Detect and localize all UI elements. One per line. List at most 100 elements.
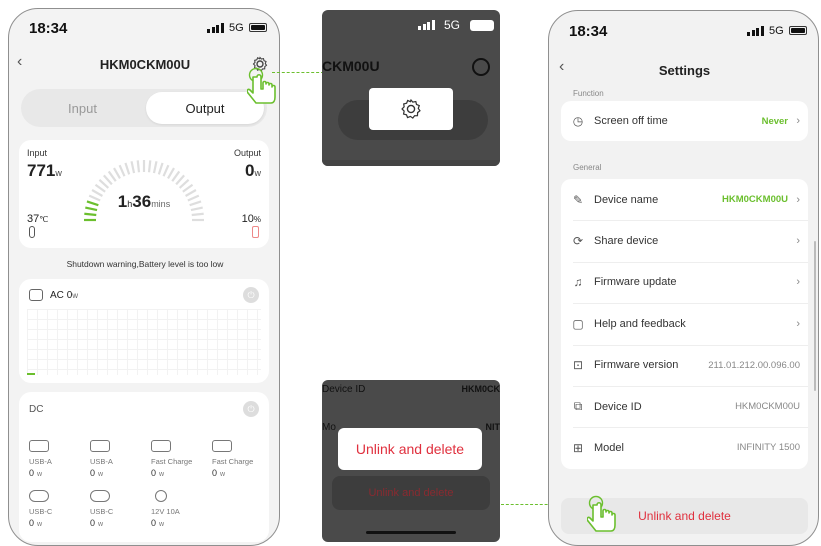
dc-port-unit: w: [98, 471, 104, 478]
clock-icon: ◷: [572, 114, 584, 128]
gauge-tick: [94, 183, 106, 193]
dc-port: Fast Charge 0 w: [151, 440, 192, 478]
gauge-tick: [152, 161, 158, 174]
dc-port-name: Fast Charge: [212, 457, 254, 466]
dc-barrel-port-icon: [155, 490, 167, 502]
thermometer-icon: [29, 226, 35, 238]
settings-row-label: Firmware update: [594, 276, 677, 289]
gauge-tick: [182, 183, 194, 193]
share-icon: ⟳: [572, 233, 584, 248]
dc-port-reading: 0w: [212, 468, 253, 478]
device-id-icon: ⧉: [573, 399, 583, 413]
dc-port-value: 0: [90, 468, 96, 478]
input-output-toggle: Input Output: [21, 89, 267, 127]
battery-unit: %: [253, 215, 261, 224]
dc-port-reading: 0w: [151, 518, 180, 528]
scrollbar[interactable]: [814, 241, 816, 391]
dc-output-card: DC ⏻ USB-A 0 w USB-A 0 w Fast Charge 0 w Fast Cha…: [19, 392, 269, 542]
settings-row-label: Share device: [594, 234, 659, 247]
ac-power-chart: [27, 309, 261, 375]
gauge-tick: [98, 179, 110, 189]
gauge-tick: [136, 160, 141, 173]
ac-name: AC: [50, 290, 64, 301]
input-reading: 771w: [27, 161, 62, 181]
chevron-right-icon: ›: [796, 115, 800, 127]
dc-port-value: 0: [90, 518, 96, 528]
ac-label: AC 0w: [50, 290, 78, 301]
function-card: ◷ Screen off time Never ›: [561, 101, 808, 141]
phone-device-screen: 18:34 5G ‹ HKM0CKM00U Input Output Input…: [8, 8, 280, 546]
tab-input[interactable]: Input: [21, 89, 144, 127]
usb-a-port-icon: [212, 440, 232, 452]
zoom-unlink-popup: Device ID HKM0CK Mo NIT Unlink and delet…: [322, 380, 500, 542]
zoom-network-label: 5G: [444, 18, 461, 32]
dc-port-name: 12V 10A: [151, 507, 180, 516]
settings-row[interactable]: ⟳ Share device ›: [561, 220, 808, 261]
settings-row: ⊡ Firmware version 211.01.212.00.096.00: [561, 345, 808, 386]
chevron-right-icon: ›: [796, 317, 800, 330]
chevron-right-icon: ›: [796, 234, 800, 247]
temp-value: 37: [27, 213, 40, 225]
gauge-tick: [103, 174, 113, 186]
chevron-right-icon: ›: [796, 193, 800, 206]
dc-port-unit: w: [37, 471, 43, 478]
dc-label: DC: [29, 404, 44, 415]
time-minutes: 36: [132, 192, 152, 211]
dc-port-unit: w: [159, 471, 165, 478]
dc-port-reading: 0w: [29, 518, 52, 528]
edit-icon: ✎: [572, 192, 584, 207]
usb-c-port-icon: [90, 490, 110, 502]
dc-power-toggle[interactable]: ⏻: [243, 401, 259, 417]
dc-port-name: USB-C: [29, 507, 53, 516]
dc-port-value: 0: [29, 468, 35, 478]
settings-row: ⊞ Model INFINITY 1500: [561, 427, 808, 468]
dc-port-reading: 0w: [29, 468, 52, 478]
dc-port-name: Fast Charge: [151, 457, 193, 466]
power-gauge-card: Input 771w Output 0w 1h36mins 37℃ 10%: [19, 140, 269, 248]
connector-line-top: [272, 72, 324, 73]
settings-row[interactable]: ✎ Device name HKM0CKM00U ›: [561, 179, 808, 220]
status-time: 18:34: [29, 20, 68, 37]
settings-row-value: INFINITY 1500: [736, 442, 800, 454]
gauge-tick: [107, 170, 117, 182]
dc-port-reading: 0w: [90, 518, 113, 528]
dc-port: USB-C 0 w: [90, 490, 113, 528]
gauge-tick: [191, 212, 204, 217]
settings-row[interactable]: ▢ Help and feedback ›: [561, 303, 808, 344]
general-card: ✎ Device name HKM0CKM00U › ⟳ Share device › ♫ Fi…: [561, 179, 808, 469]
ac-unit: w: [72, 291, 79, 300]
output-value: 0: [245, 161, 255, 180]
dc-port-unit: w: [37, 521, 43, 528]
home-indicator: [366, 531, 456, 534]
input-value: 771: [27, 161, 56, 180]
output-unit: w: [254, 168, 262, 178]
firmware-icon: ⊡: [572, 358, 584, 373]
gauge-tick: [130, 161, 136, 174]
settings-row-label: Firmware version: [594, 359, 679, 372]
dc-port: USB-A 0 w: [90, 440, 113, 478]
settings-status-time: 18:34: [569, 23, 608, 40]
gauge-tick: [178, 179, 190, 189]
battery-reading: 10%: [242, 209, 261, 227]
settings-title: Settings: [658, 63, 711, 78]
gauge-tick: [162, 164, 170, 177]
output-reading: 0w: [245, 161, 261, 181]
gauge-tick: [124, 162, 131, 175]
settings-row-value: HKM0CKM00U: [722, 194, 788, 205]
screen-off-value: Never: [761, 115, 788, 127]
zoom-title: CKM00U: [322, 58, 380, 74]
settings-row[interactable]: ♫ Firmware update ›: [561, 262, 808, 303]
zoom-battery-icon: [470, 20, 494, 31]
unlink-popup-label: Unlink and delete: [338, 428, 482, 470]
zoom-model-label: Mo: [322, 422, 336, 433]
settings-row-label: Device name: [594, 193, 659, 206]
dc-port-name: USB-C: [90, 507, 114, 516]
settings-row-value: 211.01.212.00.096.00: [708, 359, 800, 371]
zoom-settings-icon: 5G CKM00U: [322, 10, 500, 166]
function-group-title: Function: [573, 89, 604, 98]
screen-off-row[interactable]: ◷ Screen off time Never ›: [561, 101, 808, 141]
time-minutes-unit: mins: [151, 199, 171, 209]
ac-power-toggle[interactable]: ⏻: [243, 287, 259, 303]
input-label: Input: [27, 148, 48, 158]
gauge-tick: [84, 212, 97, 217]
